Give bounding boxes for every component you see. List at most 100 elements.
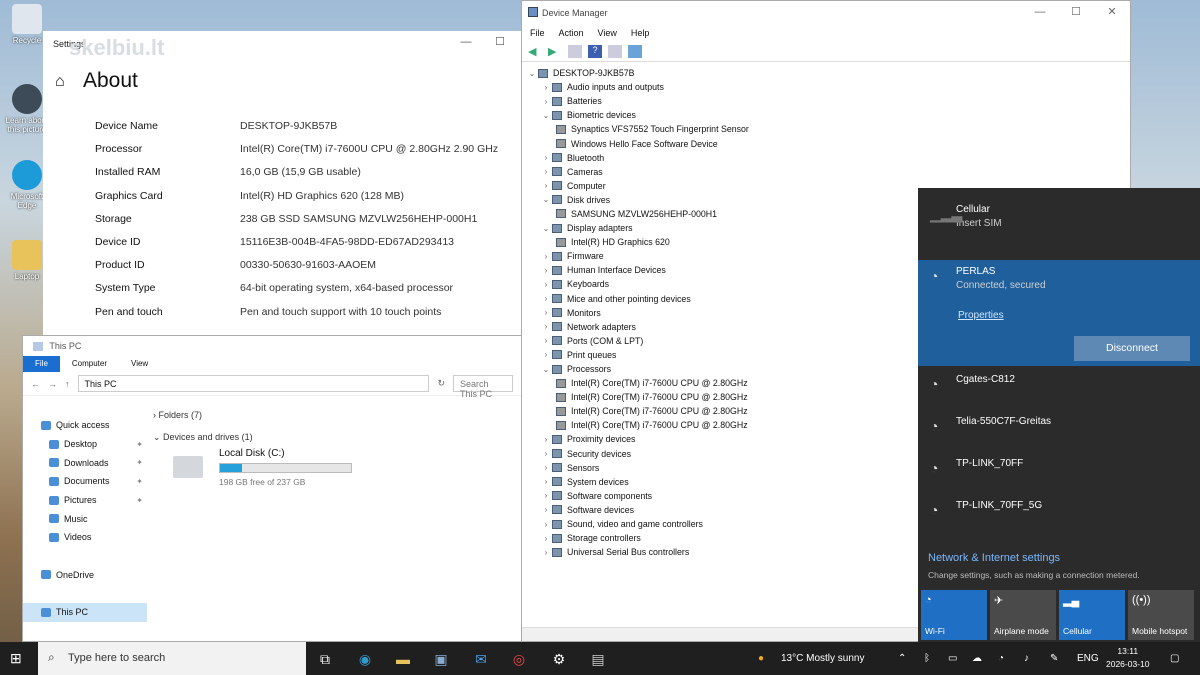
update-driver-icon[interactable] [608, 45, 622, 58]
file-explorer-icon[interactable]: ▬ [392, 648, 414, 670]
spec-value[interactable]: DESKTOP-9JKB57B [240, 120, 337, 143]
tree-root[interactable]: ⌄ DESKTOP-9JKB57B [526, 66, 1130, 80]
spec-value[interactable]: Intel(R) HD Graphics 620 (128 MB) [240, 190, 404, 213]
disconnect-button[interactable]: Disconnect [1074, 336, 1190, 361]
chevron-right-icon[interactable]: › [540, 435, 552, 444]
refresh-icon[interactable]: ↻ [437, 378, 445, 389]
chevron-right-icon[interactable]: › [540, 252, 552, 261]
tile-cellular[interactable]: ▂▄ Cellular [1059, 590, 1125, 640]
chevron-right-icon[interactable]: › [540, 520, 552, 529]
spec-value[interactable]: 00330-50630-91603-AAOEM [240, 259, 376, 282]
chevron-right-icon[interactable]: › [540, 153, 552, 162]
properties-link[interactable]: Properties [958, 310, 1004, 321]
devices-group[interactable]: ⌄ Devices and drives (1) [153, 432, 253, 443]
nav-item-onedrive[interactable]: OneDrive [23, 566, 147, 585]
back-icon[interactable]: ◀ [528, 45, 542, 58]
pen-icon[interactable]: ✎ [1050, 653, 1058, 664]
back-icon[interactable]: ← [31, 379, 40, 389]
chevron-right-icon[interactable]: › [540, 294, 552, 303]
address-bar[interactable]: This PC [77, 375, 430, 392]
network-item[interactable]: ◔ Cgates-C812 [918, 374, 1200, 392]
chevron-right-icon[interactable]: › [540, 167, 552, 176]
weather-text[interactable]: 13°C Mostly sunny [781, 653, 864, 664]
tab-view[interactable]: View [119, 356, 160, 372]
chevron-right-icon[interactable]: › [540, 505, 552, 514]
chrome-icon[interactable]: ◎ [508, 648, 530, 670]
nav-item-desktop[interactable]: Desktop ✦ [23, 435, 147, 454]
chevron-right-icon[interactable]: › [540, 322, 552, 331]
nav-item-downloads[interactable]: Downloads ✦ [23, 453, 147, 472]
spec-value[interactable]: 16,0 GB (15,9 GB usable) [240, 166, 361, 189]
chevron-down-icon[interactable]: ⌄ [540, 195, 552, 204]
folders-group[interactable]: › Folders (7) [153, 410, 253, 420]
taskbar-search[interactable]: ⌕ Type here to search [38, 642, 306, 675]
notifications-icon[interactable]: ▢ [1170, 653, 1179, 664]
nav-item-videos[interactable]: Videos [23, 528, 147, 547]
tree-category[interactable]: › Cameras [526, 165, 1130, 179]
chevron-right-icon[interactable]: › [540, 266, 552, 275]
menu-item-file[interactable]: File [530, 28, 545, 39]
menu-item-help[interactable]: Help [631, 28, 650, 39]
chevron-down-icon[interactable]: ⌄ [540, 111, 552, 120]
home-icon[interactable]: ⌂ [55, 73, 65, 91]
nav-item-quick-access[interactable]: Quick access [23, 416, 147, 435]
network-connected[interactable]: ◔ PERLAS Connected, secured Properties D… [918, 260, 1200, 366]
spec-value[interactable]: Intel(R) Core(TM) i7-7600U CPU @ 2.80GHz… [240, 143, 498, 166]
nav-item-music[interactable]: Music [23, 509, 147, 528]
chevron-down-icon[interactable]: ⌄ [540, 365, 552, 374]
network-item[interactable]: ◔ TP-LINK_70FF_5G [918, 500, 1200, 518]
edge-icon[interactable]: ◉ [354, 648, 376, 670]
chevron-right-icon[interactable]: › [540, 463, 552, 472]
settings-gear-icon[interactable]: ⚙ [548, 648, 570, 670]
tile-wi-fi[interactable]: ◔ Wi-Fi [921, 590, 987, 640]
chevron-right-icon[interactable]: › [540, 449, 552, 458]
chevron-down-icon[interactable]: ⌄ [540, 224, 552, 233]
minimize-icon[interactable]: — [449, 36, 483, 48]
chevron-right-icon[interactable]: › [540, 336, 552, 345]
maximize-icon[interactable]: ☐ [483, 35, 517, 48]
spec-value[interactable]: 15116E3B-004B-4FA5-98DD-ED67AD293413 [240, 236, 454, 259]
battery-icon[interactable]: ▭ [948, 653, 957, 664]
tree-device[interactable]: Synaptics VFS7552 Touch Fingerprint Sens… [526, 122, 1130, 136]
properties-icon[interactable] [568, 45, 582, 58]
chevron-right-icon[interactable]: › [540, 280, 552, 289]
monitor-icon[interactable] [628, 45, 642, 58]
chevron-right-icon[interactable]: › [540, 308, 552, 317]
tile-mobile-hotspot[interactable]: ((•)) Mobile hotspot [1128, 590, 1194, 640]
pin-icon[interactable]: ✦ [136, 477, 143, 486]
spec-value[interactable]: 64-bit operating system, x64-based proce… [240, 282, 453, 305]
chevron-up-icon[interactable]: ⌃ [898, 653, 906, 664]
tab-computer[interactable]: Computer [60, 356, 119, 372]
menu-item-action[interactable]: Action [559, 28, 584, 39]
mail-icon[interactable]: ✉ [470, 648, 492, 670]
close-icon[interactable]: ✕ [1094, 5, 1130, 18]
network-settings-link[interactable]: Network & Internet settings [928, 552, 1060, 564]
chevron-right-icon[interactable]: › [540, 97, 552, 106]
wifi-tray-icon[interactable]: ◔ [998, 653, 1004, 664]
device-manager-taskbar-icon[interactable]: ▤ [587, 648, 609, 670]
nav-item-this-pc[interactable]: This PC [23, 602, 147, 622]
pin-icon[interactable]: ✦ [136, 440, 143, 449]
forward-icon[interactable]: ▶ [548, 45, 562, 58]
volume-icon[interactable]: ♪ [1024, 653, 1029, 664]
pin-icon[interactable]: ✦ [136, 496, 143, 505]
network-item[interactable]: ◔ Telia-550C7F-Greitas [918, 416, 1200, 434]
chevron-down-icon[interactable]: ⌄ [526, 69, 538, 78]
bluetooth-icon[interactable]: ᛒ [924, 653, 930, 664]
chevron-right-icon[interactable]: › [540, 181, 552, 190]
onedrive-icon[interactable]: ☁ [972, 653, 982, 664]
chevron-right-icon[interactable]: › [540, 477, 552, 486]
network-cellular[interactable]: ▁▂▃ Cellular Insert SIM [918, 204, 1200, 229]
chevron-right-icon[interactable]: › [540, 491, 552, 500]
tree-device[interactable]: Windows Hello Face Software Device [526, 136, 1130, 150]
language-indicator[interactable]: ENG [1077, 653, 1099, 664]
tree-category[interactable]: › Bluetooth [526, 151, 1130, 165]
windows-start-icon[interactable]: ⊞ [10, 650, 22, 667]
clock[interactable]: 13:11 2026-03-10 [1106, 645, 1149, 671]
chevron-right-icon[interactable]: › [540, 350, 552, 359]
maximize-icon[interactable]: ☐ [1058, 5, 1094, 18]
tree-category[interactable]: › Audio inputs and outputs [526, 80, 1130, 94]
pin-icon[interactable]: ✦ [136, 458, 143, 467]
quick-access-toolbar-icon[interactable] [33, 342, 43, 352]
chevron-right-icon[interactable]: › [540, 548, 552, 557]
